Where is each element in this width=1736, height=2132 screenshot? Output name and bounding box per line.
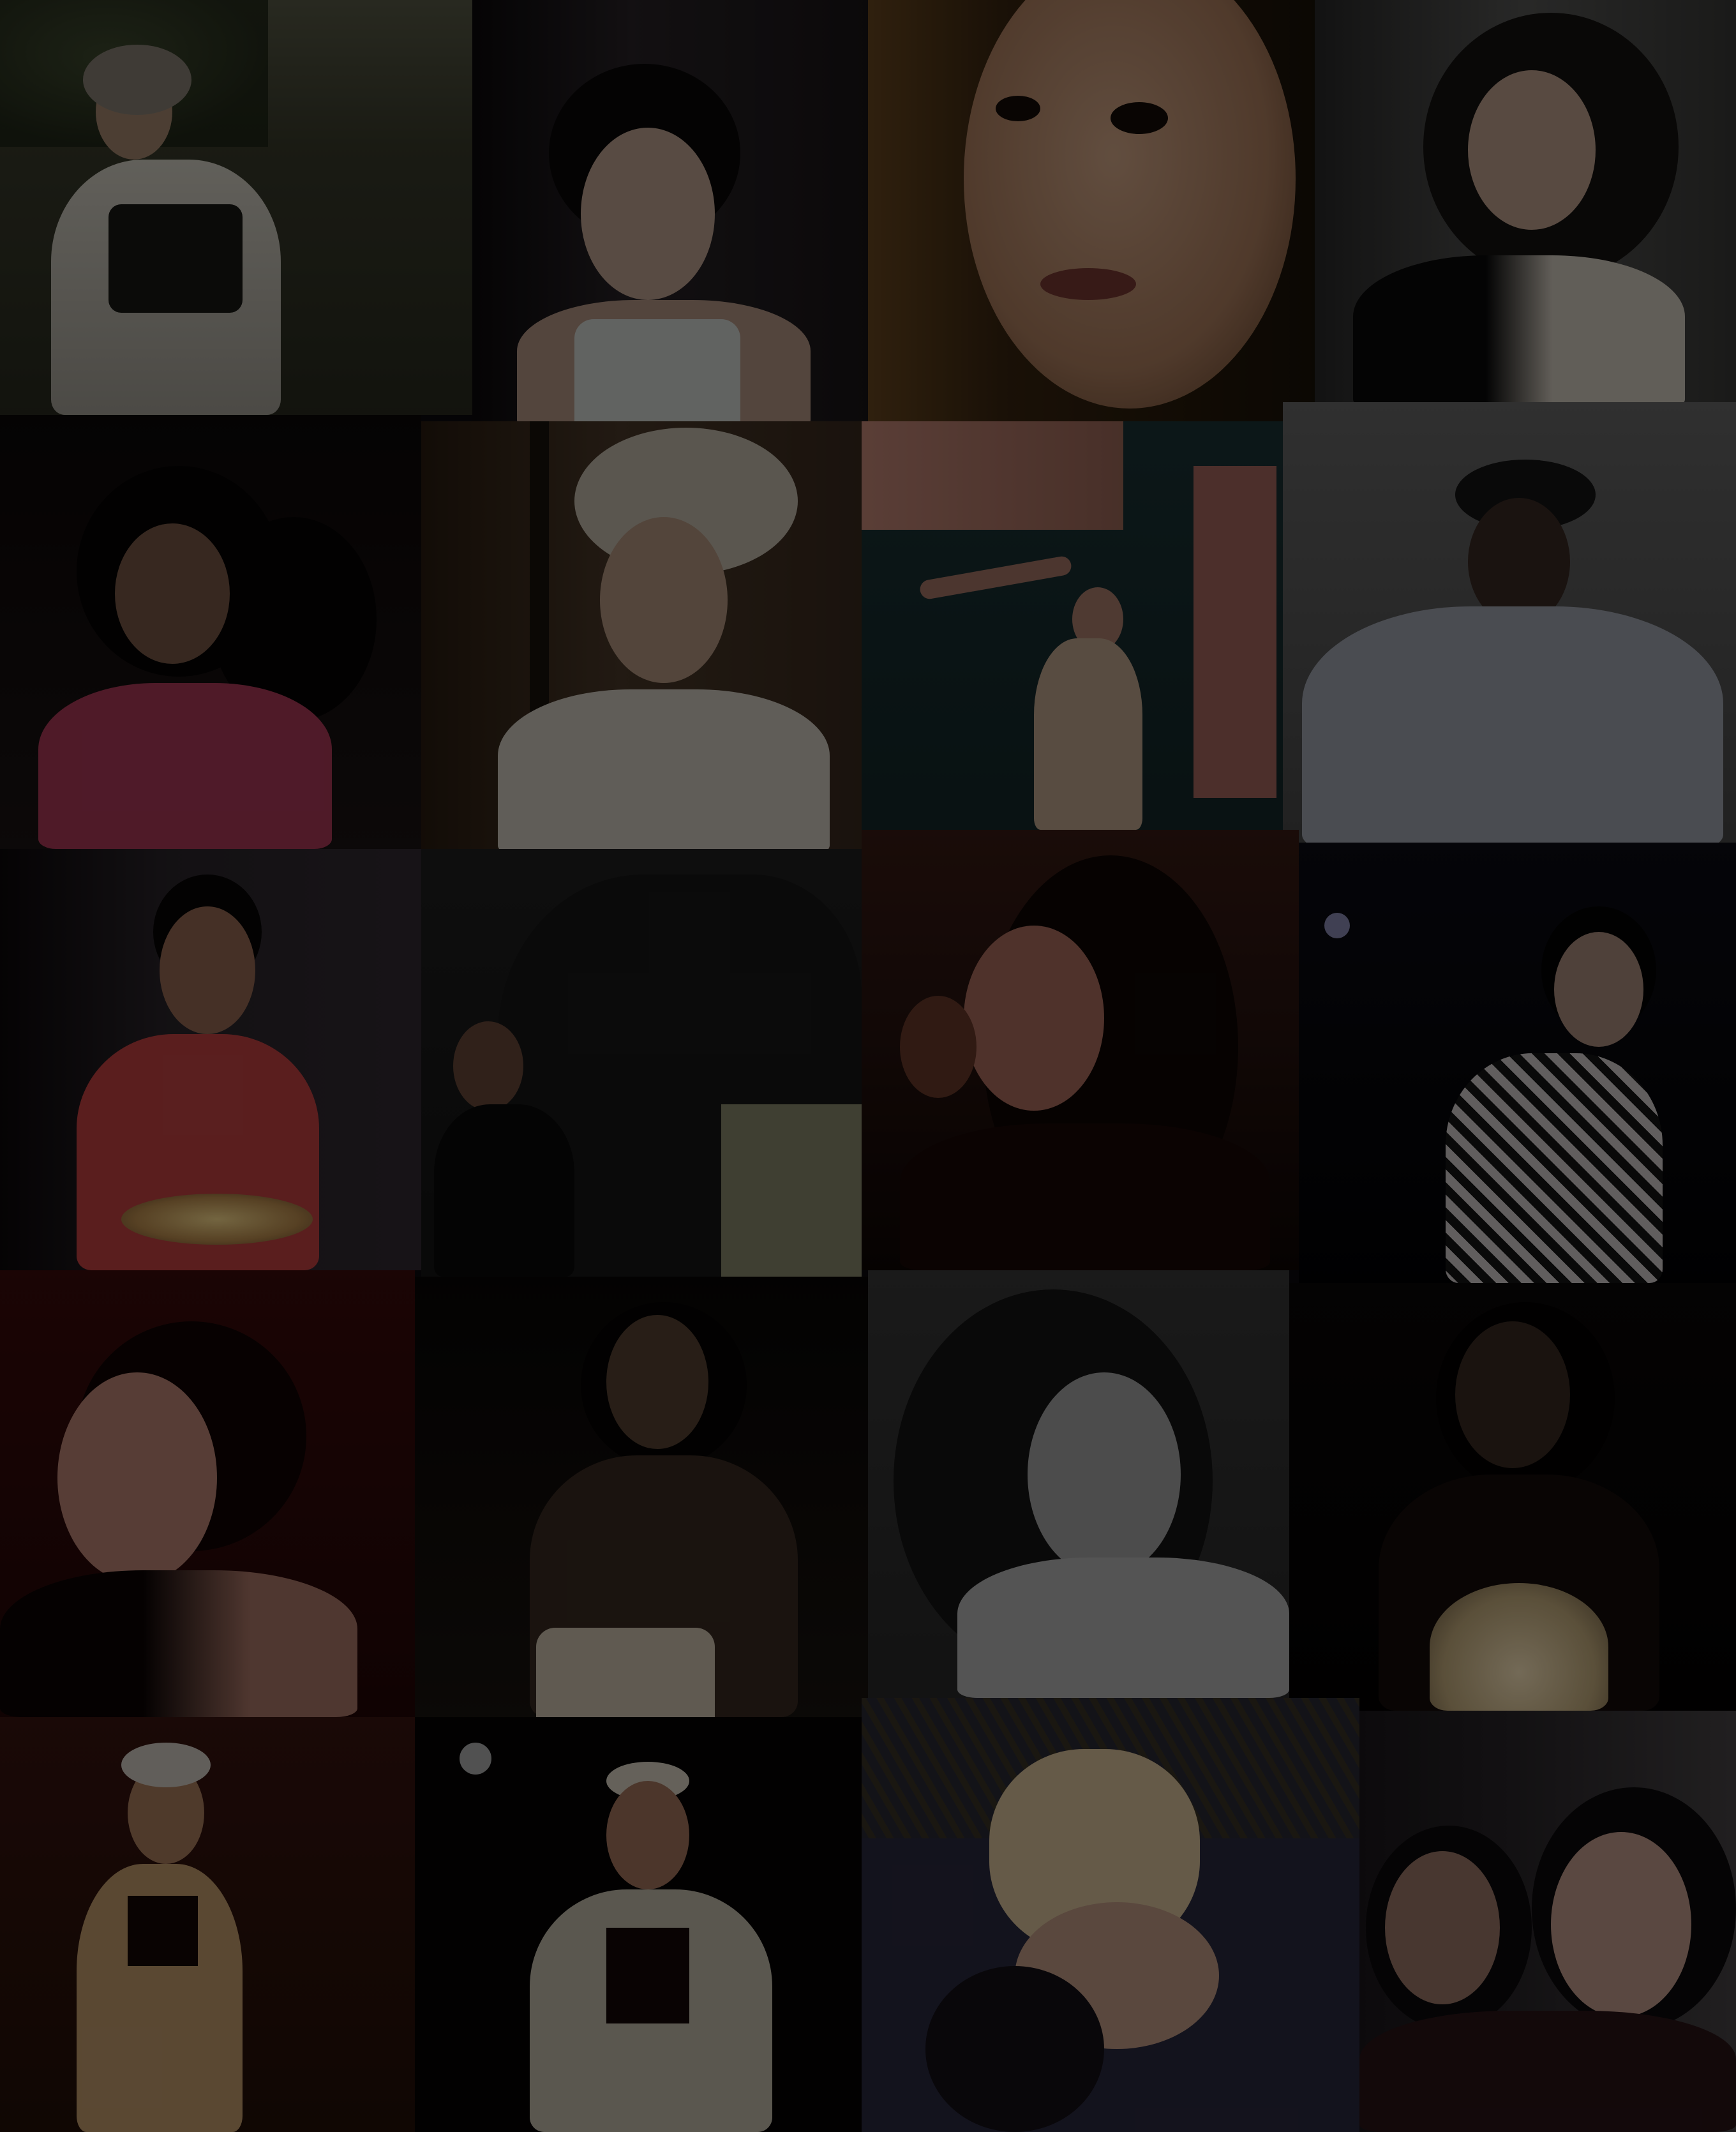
photo-tile-20[interactable] [1359,1711,1736,2132]
dim-overlay [415,1717,862,2132]
dim-overlay [421,421,862,849]
photo-tile-11[interactable] [862,830,1299,1270]
photo-tile-17[interactable] [0,1717,415,2132]
dim-overlay [1299,843,1736,1283]
dim-overlay [868,1270,1289,1698]
photo-tile-2[interactable] [472,0,868,421]
dim-overlay [0,1270,415,1717]
photo-tile-16[interactable] [1289,1283,1736,1711]
dim-overlay [1359,1711,1736,2132]
photo-tile-15[interactable] [868,1270,1289,1698]
photo-collage [0,0,1736,2132]
photo-tile-3[interactable] [868,0,1315,421]
photo-tile-6[interactable] [421,421,862,849]
photo-tile-12[interactable] [1299,843,1736,1283]
dim-overlay [0,1717,415,2132]
photo-tile-10[interactable] [421,849,862,1277]
dim-overlay [472,0,868,421]
dim-overlay [415,1277,868,1717]
photo-tile-5[interactable] [0,415,421,849]
dim-overlay [862,830,1299,1270]
dim-overlay [0,415,421,849]
dim-overlay [868,0,1315,421]
dim-overlay [1315,0,1736,402]
photo-tile-13[interactable] [0,1270,415,1717]
photo-tile-19[interactable] [862,1698,1359,2132]
dim-overlay [1289,1283,1736,1711]
photo-tile-4[interactable] [1315,0,1736,402]
photo-tile-1[interactable] [0,0,472,415]
dim-overlay [862,421,1283,830]
photo-tile-14[interactable] [415,1277,868,1717]
photo-tile-7[interactable] [862,421,1283,830]
dim-overlay [862,1698,1359,2132]
dim-overlay [0,0,472,415]
photo-tile-9[interactable] [0,849,421,1270]
photo-tile-8[interactable] [1283,402,1736,843]
dim-overlay [421,849,862,1277]
dim-overlay [1283,402,1736,843]
dim-overlay [0,849,421,1270]
photo-tile-18[interactable] [415,1717,862,2132]
